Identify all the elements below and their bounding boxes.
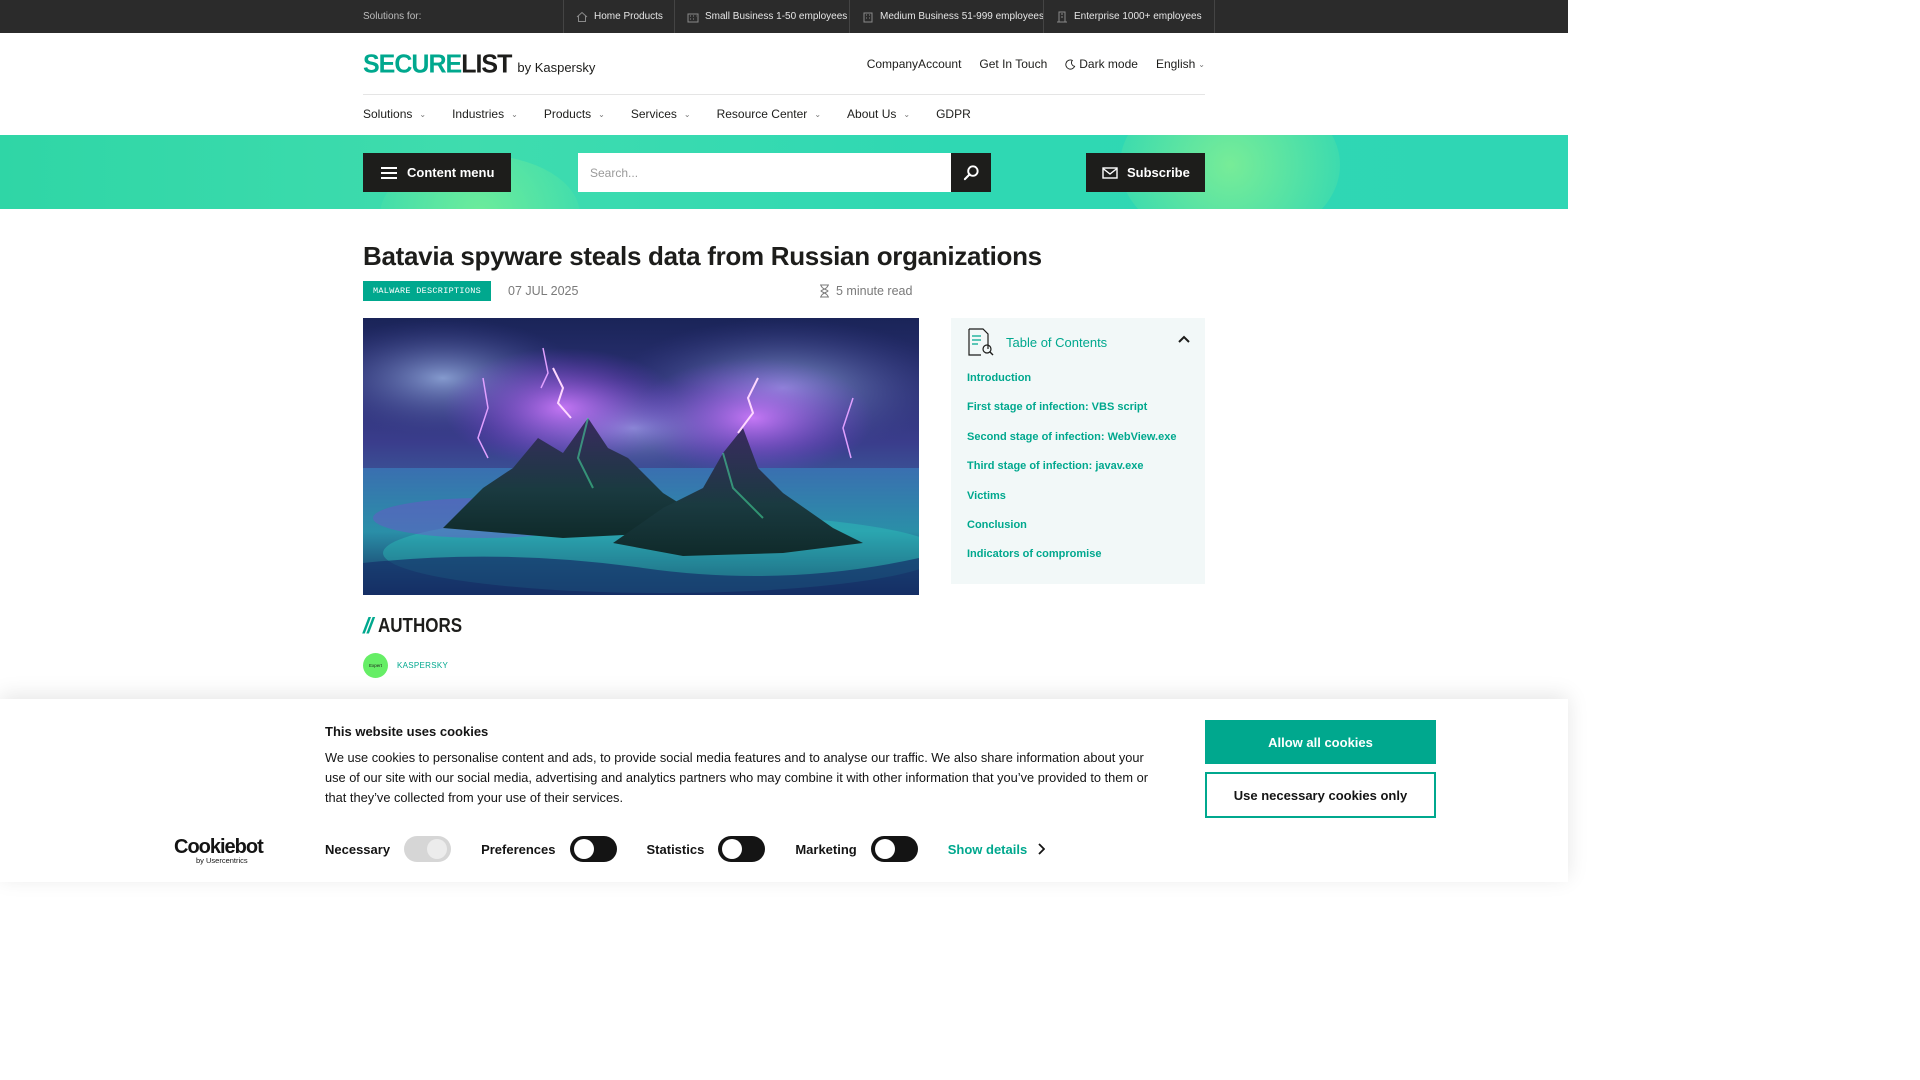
author-name: KASPERSKY — [397, 661, 449, 670]
toc-toggle[interactable]: Table of Contents — [967, 326, 1191, 358]
hamburger-icon — [381, 166, 397, 179]
topbar-enterprise[interactable]: Enterprise 1000+ employees — [1043, 0, 1215, 33]
dark-mode-label: Dark mode — [1079, 57, 1138, 71]
content-menu-button[interactable]: Content menu — [363, 153, 511, 192]
authors-title: AUTHORS — [378, 614, 463, 637]
hourglass-icon — [820, 284, 829, 298]
toggle-statistics: Statistics — [647, 836, 766, 862]
main-nav: Solutions ⌄ Industries ⌄ Products ⌄ Service… — [363, 107, 971, 121]
moon-icon — [1065, 59, 1076, 70]
nav-item-about-us[interactable]: About Us ⌄ — [847, 107, 910, 121]
nav-item-resource-center[interactable]: Resource Center ⌄ — [717, 107, 821, 121]
solutions-topbar: Solutions for: Home Products Small Busin… — [0, 0, 1568, 33]
chevron-up-icon — [1178, 335, 1190, 343]
toc-item[interactable]: Third stage of infection: javav.exe — [967, 460, 1176, 489]
toc-item[interactable]: Introduction — [967, 372, 1176, 401]
category-tag[interactable]: MALWARE DESCRIPTIONS — [363, 281, 492, 301]
header-links: CompanyAccount Get In Touch Dark mode En… — [867, 57, 1205, 71]
show-details-link[interactable]: Show details — [947, 841, 1046, 857]
nav-item-solutions[interactable]: Solutions ⌄ — [363, 107, 426, 121]
topbar-item-label: Small Business 1-50 employees — [705, 11, 848, 22]
toc-list: Introduction First stage of infection: V… — [967, 372, 1176, 578]
language-select[interactable]: English ⌄ — [1156, 57, 1205, 71]
topbar-home-products[interactable]: Home Products — [563, 0, 675, 33]
allow-all-cookies-button[interactable]: Allow all cookies — [1205, 720, 1436, 764]
hero-image — [363, 318, 919, 595]
read-time-label: 5 minute read — [836, 284, 913, 298]
chevron-down-icon: ⌄ — [683, 109, 691, 119]
content-menu-label: Content menu — [407, 165, 495, 180]
read-time: 5 minute read — [819, 284, 912, 298]
toggle-preferences: Preferences — [481, 836, 617, 862]
logo-by-kaspersky: by Kaspersky — [517, 60, 596, 75]
securelist-logo[interactable]: SECURELIST by Kaspersky — [363, 49, 596, 79]
nav-item-products[interactable]: Products ⌄ — [544, 107, 605, 121]
nav-item-services[interactable]: Services ⌄ — [631, 107, 691, 121]
building-medium-icon — [863, 12, 873, 22]
author-link[interactable]: Expert KASPERSKY — [363, 653, 448, 678]
authors-slashes: // — [363, 613, 373, 638]
chevron-down-icon: ⌄ — [814, 109, 822, 119]
topbar-item-label: Home Products — [594, 11, 663, 22]
toc-item[interactable]: Indicators of compromise — [967, 548, 1176, 577]
authors-heading: // AUTHORS — [363, 613, 477, 639]
chevron-down-icon: ⌄ — [903, 109, 911, 119]
logo-wordmark: SECURELIST — [363, 49, 512, 79]
marketing-switch[interactable] — [870, 836, 918, 862]
article-title: Batavia spyware steals data from Russian… — [363, 241, 1042, 271]
toc-item[interactable]: Conclusion — [967, 519, 1176, 548]
chevron-right-icon — [1038, 843, 1046, 855]
nav-item-industries[interactable]: Industries ⌄ — [452, 107, 518, 121]
toc-title: Table of Contents — [1006, 334, 1108, 350]
statistics-switch[interactable] — [718, 836, 766, 862]
building-small-icon — [687, 13, 699, 22]
chevron-down-icon: ⌄ — [419, 109, 427, 119]
publish-date: 07 JUL 2025 — [508, 284, 579, 298]
toggle-label: Necessary — [325, 841, 391, 857]
nav-item-gdpr[interactable]: GDPR — [936, 107, 971, 121]
chevron-down-icon: ⌄ — [598, 109, 605, 119]
toggle-marketing: Marketing — [795, 836, 918, 862]
search-button[interactable] — [951, 153, 991, 192]
search-input[interactable] — [578, 153, 952, 192]
subscribe-label: Subscribe — [1127, 165, 1190, 180]
toc-item[interactable]: Second stage of infection: WebView.exe — [967, 431, 1176, 460]
building-large-icon — [1057, 11, 1067, 22]
topbar-small-business[interactable]: Small Business 1-50 employees — [674, 0, 859, 33]
toggle-label: Preferences — [481, 841, 556, 857]
chevron-down-icon: ⌄ — [1198, 59, 1205, 69]
toggle-necessary: Necessary — [325, 836, 452, 862]
toc-item[interactable]: First stage of infection: VBS script — [967, 401, 1176, 430]
company-account-link[interactable]: CompanyAccount — [867, 57, 962, 71]
show-details-label: Show details — [947, 841, 1028, 857]
cookie-text: We use cookies to personalise content an… — [325, 750, 1148, 805]
chevron-down-icon: ⌄ — [511, 109, 518, 119]
get-in-touch-link[interactable]: Get In Touch — [979, 57, 1047, 71]
hero-illustration — [363, 318, 919, 595]
search-icon — [963, 165, 979, 181]
cookie-title: This website uses cookies — [325, 724, 489, 739]
toggle-label: Marketing — [795, 841, 857, 857]
mail-icon — [1102, 166, 1118, 179]
solutions-label: Solutions for: — [363, 11, 422, 22]
document-search-icon — [968, 328, 994, 356]
header-divider — [363, 94, 1205, 95]
necessary-switch — [404, 836, 452, 862]
language-label: English — [1155, 57, 1196, 71]
topbar-medium-business[interactable]: Medium Business 51-999 employees — [849, 0, 1056, 33]
preferences-switch[interactable] — [569, 836, 617, 862]
cookiebot-logo: Cookiebot by Usercentrics — [174, 836, 264, 865]
toggle-label: Statistics — [646, 841, 705, 857]
toc-item[interactable]: Victims — [967, 490, 1176, 519]
avatar: Expert — [363, 653, 388, 678]
topbar-item-label: Enterprise 1000+ employees — [1074, 11, 1202, 22]
necessary-cookies-button[interactable]: Use necessary cookies only — [1205, 772, 1436, 818]
subscribe-button[interactable]: Subscribe — [1086, 153, 1205, 192]
cookie-toggles: Necessary Preferences Statistics Marketi… — [325, 836, 1046, 862]
table-of-contents: Table of Contents Introduction First sta… — [951, 318, 1205, 584]
home-icon — [576, 11, 588, 22]
topbar-item-label: Medium Business 51-999 employees — [880, 11, 1044, 22]
dark-mode-toggle[interactable]: Dark mode — [1065, 57, 1138, 71]
